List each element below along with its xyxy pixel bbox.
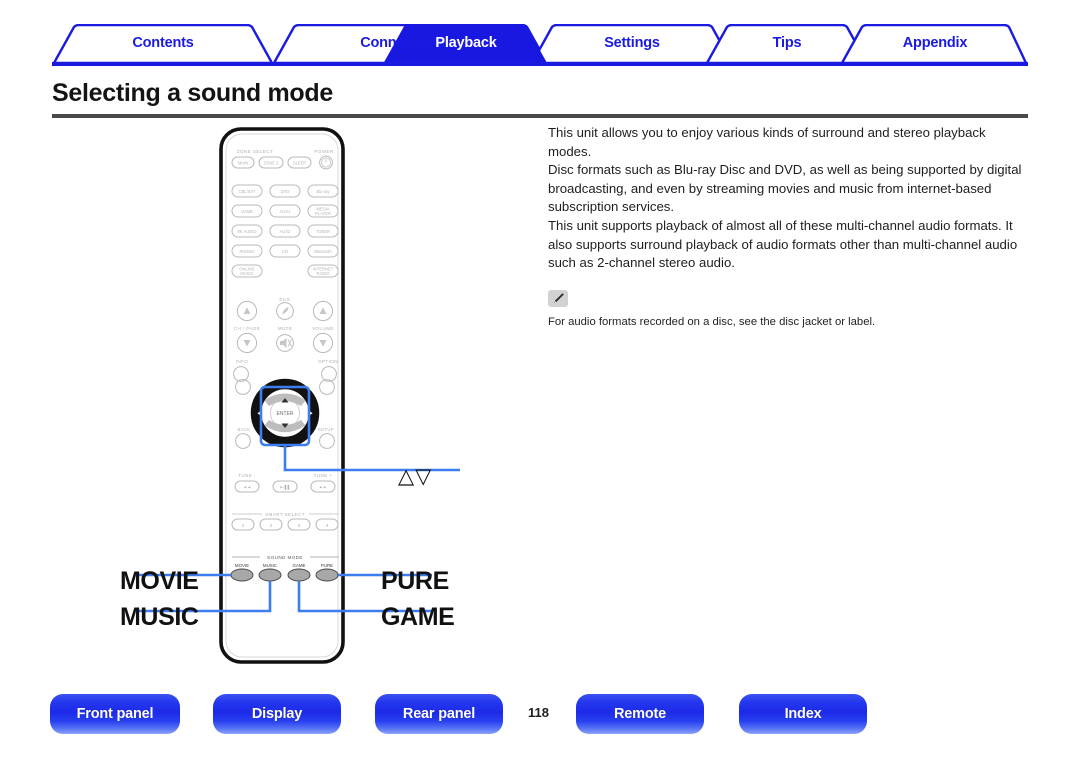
svg-text:AUX2: AUX2	[280, 229, 291, 234]
svg-text:MOVIE: MOVIE	[235, 563, 249, 568]
svg-text:INFO: INFO	[236, 359, 249, 364]
svg-text:ZONE SELECT: ZONE SELECT	[237, 149, 273, 154]
svg-text:BACK: BACK	[237, 427, 250, 432]
body-text-column: This unit allows you to enjoy various ki…	[548, 124, 1032, 330]
nav-remote[interactable]: Remote	[576, 694, 704, 734]
sound-mode-pure-button	[315, 568, 339, 582]
svg-text:SOUND MODE: SOUND MODE	[267, 555, 303, 560]
svg-text:RADIO: RADIO	[317, 271, 330, 276]
svg-text:CBL/SAT: CBL/SAT	[239, 189, 256, 194]
tab-contents[interactable]: Contents	[72, 35, 254, 51]
remote-control-illustration: .bk { fill:none; stroke:#b9b9b9; stroke-…	[60, 125, 530, 680]
svg-text:CH / PAGE: CH / PAGE	[234, 326, 261, 331]
svg-text:GAME: GAME	[241, 209, 253, 214]
svg-text:MUSIC: MUSIC	[240, 271, 253, 276]
callout-label-updown: △▽	[398, 465, 433, 488]
page-number: 118	[528, 705, 549, 720]
tab-tips[interactable]: Tips	[725, 35, 849, 51]
svg-text:PLAYER: PLAYER	[315, 211, 331, 216]
svg-text:GAME: GAME	[293, 563, 306, 568]
svg-text:POWER: POWER	[314, 149, 334, 154]
tab-bar-underline	[52, 62, 1028, 66]
paragraph-1: This unit allows you to enjoy various ki…	[548, 125, 986, 159]
svg-text:◄◄: ◄◄	[243, 485, 251, 490]
svg-text:MAIN: MAIN	[238, 161, 248, 166]
svg-text:ECO: ECO	[279, 297, 290, 302]
sound-mode-music-button	[258, 568, 282, 582]
svg-text:PURE: PURE	[321, 563, 333, 568]
svg-text:SETUP: SETUP	[318, 427, 334, 432]
svg-text:8K AUDIO: 8K AUDIO	[238, 229, 257, 234]
nav-display[interactable]: Display	[213, 694, 341, 734]
tab-playback[interactable]: Playback	[403, 35, 529, 51]
svg-text:Blu-ray: Blu-ray	[317, 189, 331, 194]
note-block: For audio formats recorded on a disc, se…	[548, 290, 1032, 330]
svg-text:AUX1: AUX1	[280, 209, 291, 214]
title-divider	[52, 114, 1028, 118]
svg-text:CD: CD	[282, 249, 288, 254]
sound-mode-movie-button	[230, 568, 254, 582]
note-text: For audio formats recorded on a disc, se…	[548, 315, 876, 328]
svg-text:►►: ►►	[319, 485, 327, 490]
tab-bar: Contents Connections Playback Settings T…	[52, 24, 1028, 64]
paragraph-3: This unit supports playback of almost al…	[548, 217, 1018, 271]
svg-text:SLEEP: SLEEP	[293, 161, 306, 166]
svg-text:VOLUME: VOLUME	[312, 326, 334, 331]
tab-settings[interactable]: Settings	[550, 35, 714, 51]
svg-text:ZONE 2: ZONE 2	[264, 161, 280, 166]
nav-front-panel[interactable]: Front panel	[50, 694, 180, 734]
tab-appendix[interactable]: Appendix	[860, 35, 1010, 51]
svg-text:TUNE +: TUNE +	[314, 473, 333, 478]
callout-label-music: MUSIC	[120, 603, 199, 631]
remote-svg: .bk { fill:none; stroke:#b9b9b9; stroke-…	[138, 127, 460, 664]
svg-text:Bluetooth: Bluetooth	[314, 249, 332, 254]
pencil-icon	[548, 290, 568, 308]
callout-label-movie: MOVIE	[120, 567, 199, 595]
page-title: Selecting a sound mode	[52, 79, 333, 107]
svg-text:SMART SELECT: SMART SELECT	[265, 512, 305, 517]
svg-text:PHONO: PHONO	[239, 249, 254, 254]
svg-text:MUSIC: MUSIC	[263, 563, 277, 568]
svg-text:MUTE: MUTE	[278, 326, 293, 331]
svg-text:TUNER: TUNER	[316, 229, 330, 234]
callout-label-pure: PURE	[381, 567, 449, 595]
svg-text:ENTER: ENTER	[277, 411, 294, 417]
svg-text:OPTION: OPTION	[318, 359, 338, 364]
sound-mode-game-button	[287, 568, 311, 582]
manual-page: Contents Connections Playback Settings T…	[0, 0, 1080, 761]
callout-label-game: GAME	[381, 603, 455, 631]
svg-text:DVD: DVD	[281, 189, 290, 194]
nav-index[interactable]: Index	[739, 694, 867, 734]
svg-text:TUNE -: TUNE -	[238, 473, 256, 478]
paragraph-2: Disc formats such as Blu-ray Disc and DV…	[548, 162, 1022, 215]
nav-rear-panel[interactable]: Rear panel	[375, 694, 503, 734]
